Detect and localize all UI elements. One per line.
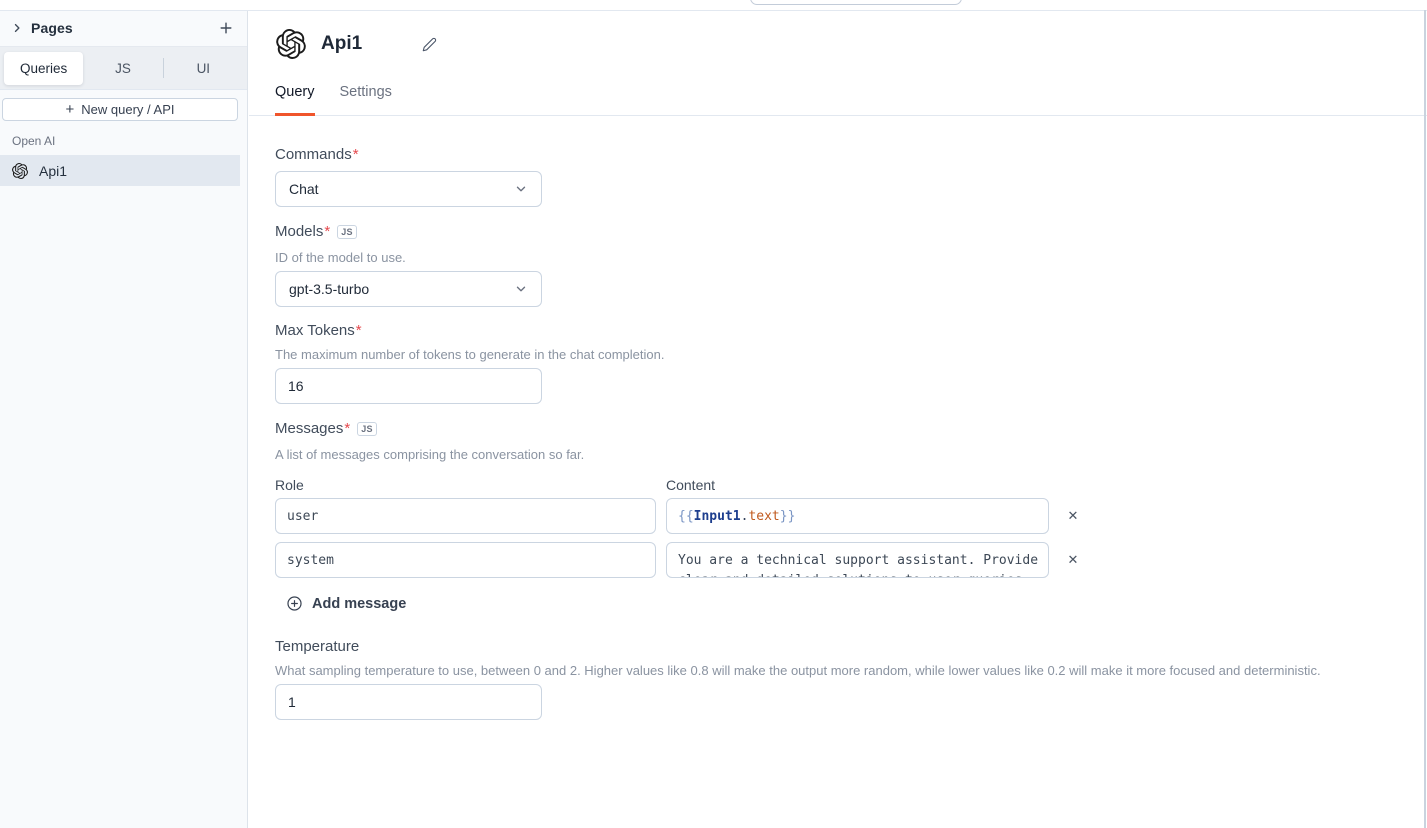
required-asterisk: * <box>324 223 330 241</box>
query-item-label: Api1 <box>39 163 67 179</box>
required-asterisk: * <box>344 420 350 438</box>
explorer-tabs: Queries JS UI <box>0 47 247 90</box>
tab-query[interactable]: Query <box>275 84 315 116</box>
temperature-description: What sampling temperature to use, betwee… <box>275 663 1401 679</box>
max-tokens-description: The maximum number of tokens to generate… <box>275 347 1401 363</box>
content-column-header: Content <box>666 477 1049 493</box>
messages-description: A list of messages comprising the conver… <box>275 447 1401 463</box>
new-query-label: New query / API <box>81 102 174 117</box>
circle-plus-icon <box>286 595 303 612</box>
tab-queries[interactable]: Queries <box>4 52 83 85</box>
pages-title: Pages <box>31 20 73 36</box>
tab-ui[interactable]: UI <box>164 52 243 85</box>
message-row: {{Input1.text}} ✕ <box>275 498 1401 534</box>
editor-tabs: Query Settings <box>249 84 1427 116</box>
role-input[interactable] <box>275 542 656 578</box>
messages-label: Messages* JS <box>275 420 1401 438</box>
openai-icon <box>12 163 28 179</box>
models-description: ID of the model to use. <box>275 250 1401 266</box>
messages-column-headers: Role Content <box>275 477 1401 493</box>
remove-message-button[interactable]: ✕ <box>1059 546 1087 574</box>
models-value: gpt-3.5-turbo <box>289 281 369 297</box>
max-tokens-label: Max Tokens* <box>275 322 1401 340</box>
entity-explorer-sidebar: Pages Queries JS UI + New query / API Op… <box>0 10 248 828</box>
message-row: You are a technical support assistant. P… <box>275 542 1401 578</box>
add-message-label: Add message <box>312 596 406 612</box>
scrollbar[interactable] <box>1424 10 1426 828</box>
content-input[interactable]: {{Input1.text}} <box>666 498 1049 534</box>
sidebar-item-api1[interactable]: Api1 <box>0 155 240 186</box>
tab-js[interactable]: JS <box>83 52 162 85</box>
js-toggle-badge[interactable]: JS <box>337 225 357 239</box>
add-message-button[interactable]: Add message <box>286 595 406 612</box>
top-divider <box>0 10 1427 11</box>
plus-icon: + <box>66 102 75 117</box>
role-column-header: Role <box>275 477 656 493</box>
query-group-label: Open AI <box>12 134 247 148</box>
commands-select[interactable]: Chat <box>275 171 542 207</box>
query-editor-panel: Api1 Query Settings Commands* Chat Model… <box>249 10 1427 828</box>
tab-settings[interactable]: Settings <box>340 84 392 116</box>
query-form: Commands* Chat Models* JS ID of the mode… <box>249 116 1427 720</box>
chevron-down-icon <box>514 282 528 296</box>
commands-value: Chat <box>289 181 319 197</box>
models-select[interactable]: gpt-3.5-turbo <box>275 271 542 307</box>
query-header: Api1 <box>276 29 1427 59</box>
required-asterisk: * <box>356 322 362 340</box>
commands-label: Commands* <box>275 146 1401 164</box>
temperature-label: Temperature <box>275 638 1401 656</box>
openai-logo <box>276 29 306 59</box>
chevron-right-icon[interactable] <box>11 22 23 34</box>
content-input[interactable]: You are a technical support assistant. P… <box>666 542 1049 578</box>
remove-message-button[interactable]: ✕ <box>1059 502 1087 530</box>
js-toggle-badge[interactable]: JS <box>357 422 377 436</box>
add-page-icon[interactable] <box>219 21 233 35</box>
role-input[interactable] <box>275 498 656 534</box>
new-query-button[interactable]: + New query / API <box>2 98 238 121</box>
max-tokens-input[interactable] <box>275 368 542 404</box>
pages-header: Pages <box>0 10 247 47</box>
temperature-input[interactable] <box>275 684 542 720</box>
required-asterisk: * <box>353 146 359 164</box>
edit-name-icon[interactable] <box>422 37 437 52</box>
query-title: Api1 <box>321 33 362 55</box>
chevron-down-icon <box>514 182 528 196</box>
models-label: Models* JS <box>275 223 1401 241</box>
clipped-top-widget <box>750 0 962 5</box>
